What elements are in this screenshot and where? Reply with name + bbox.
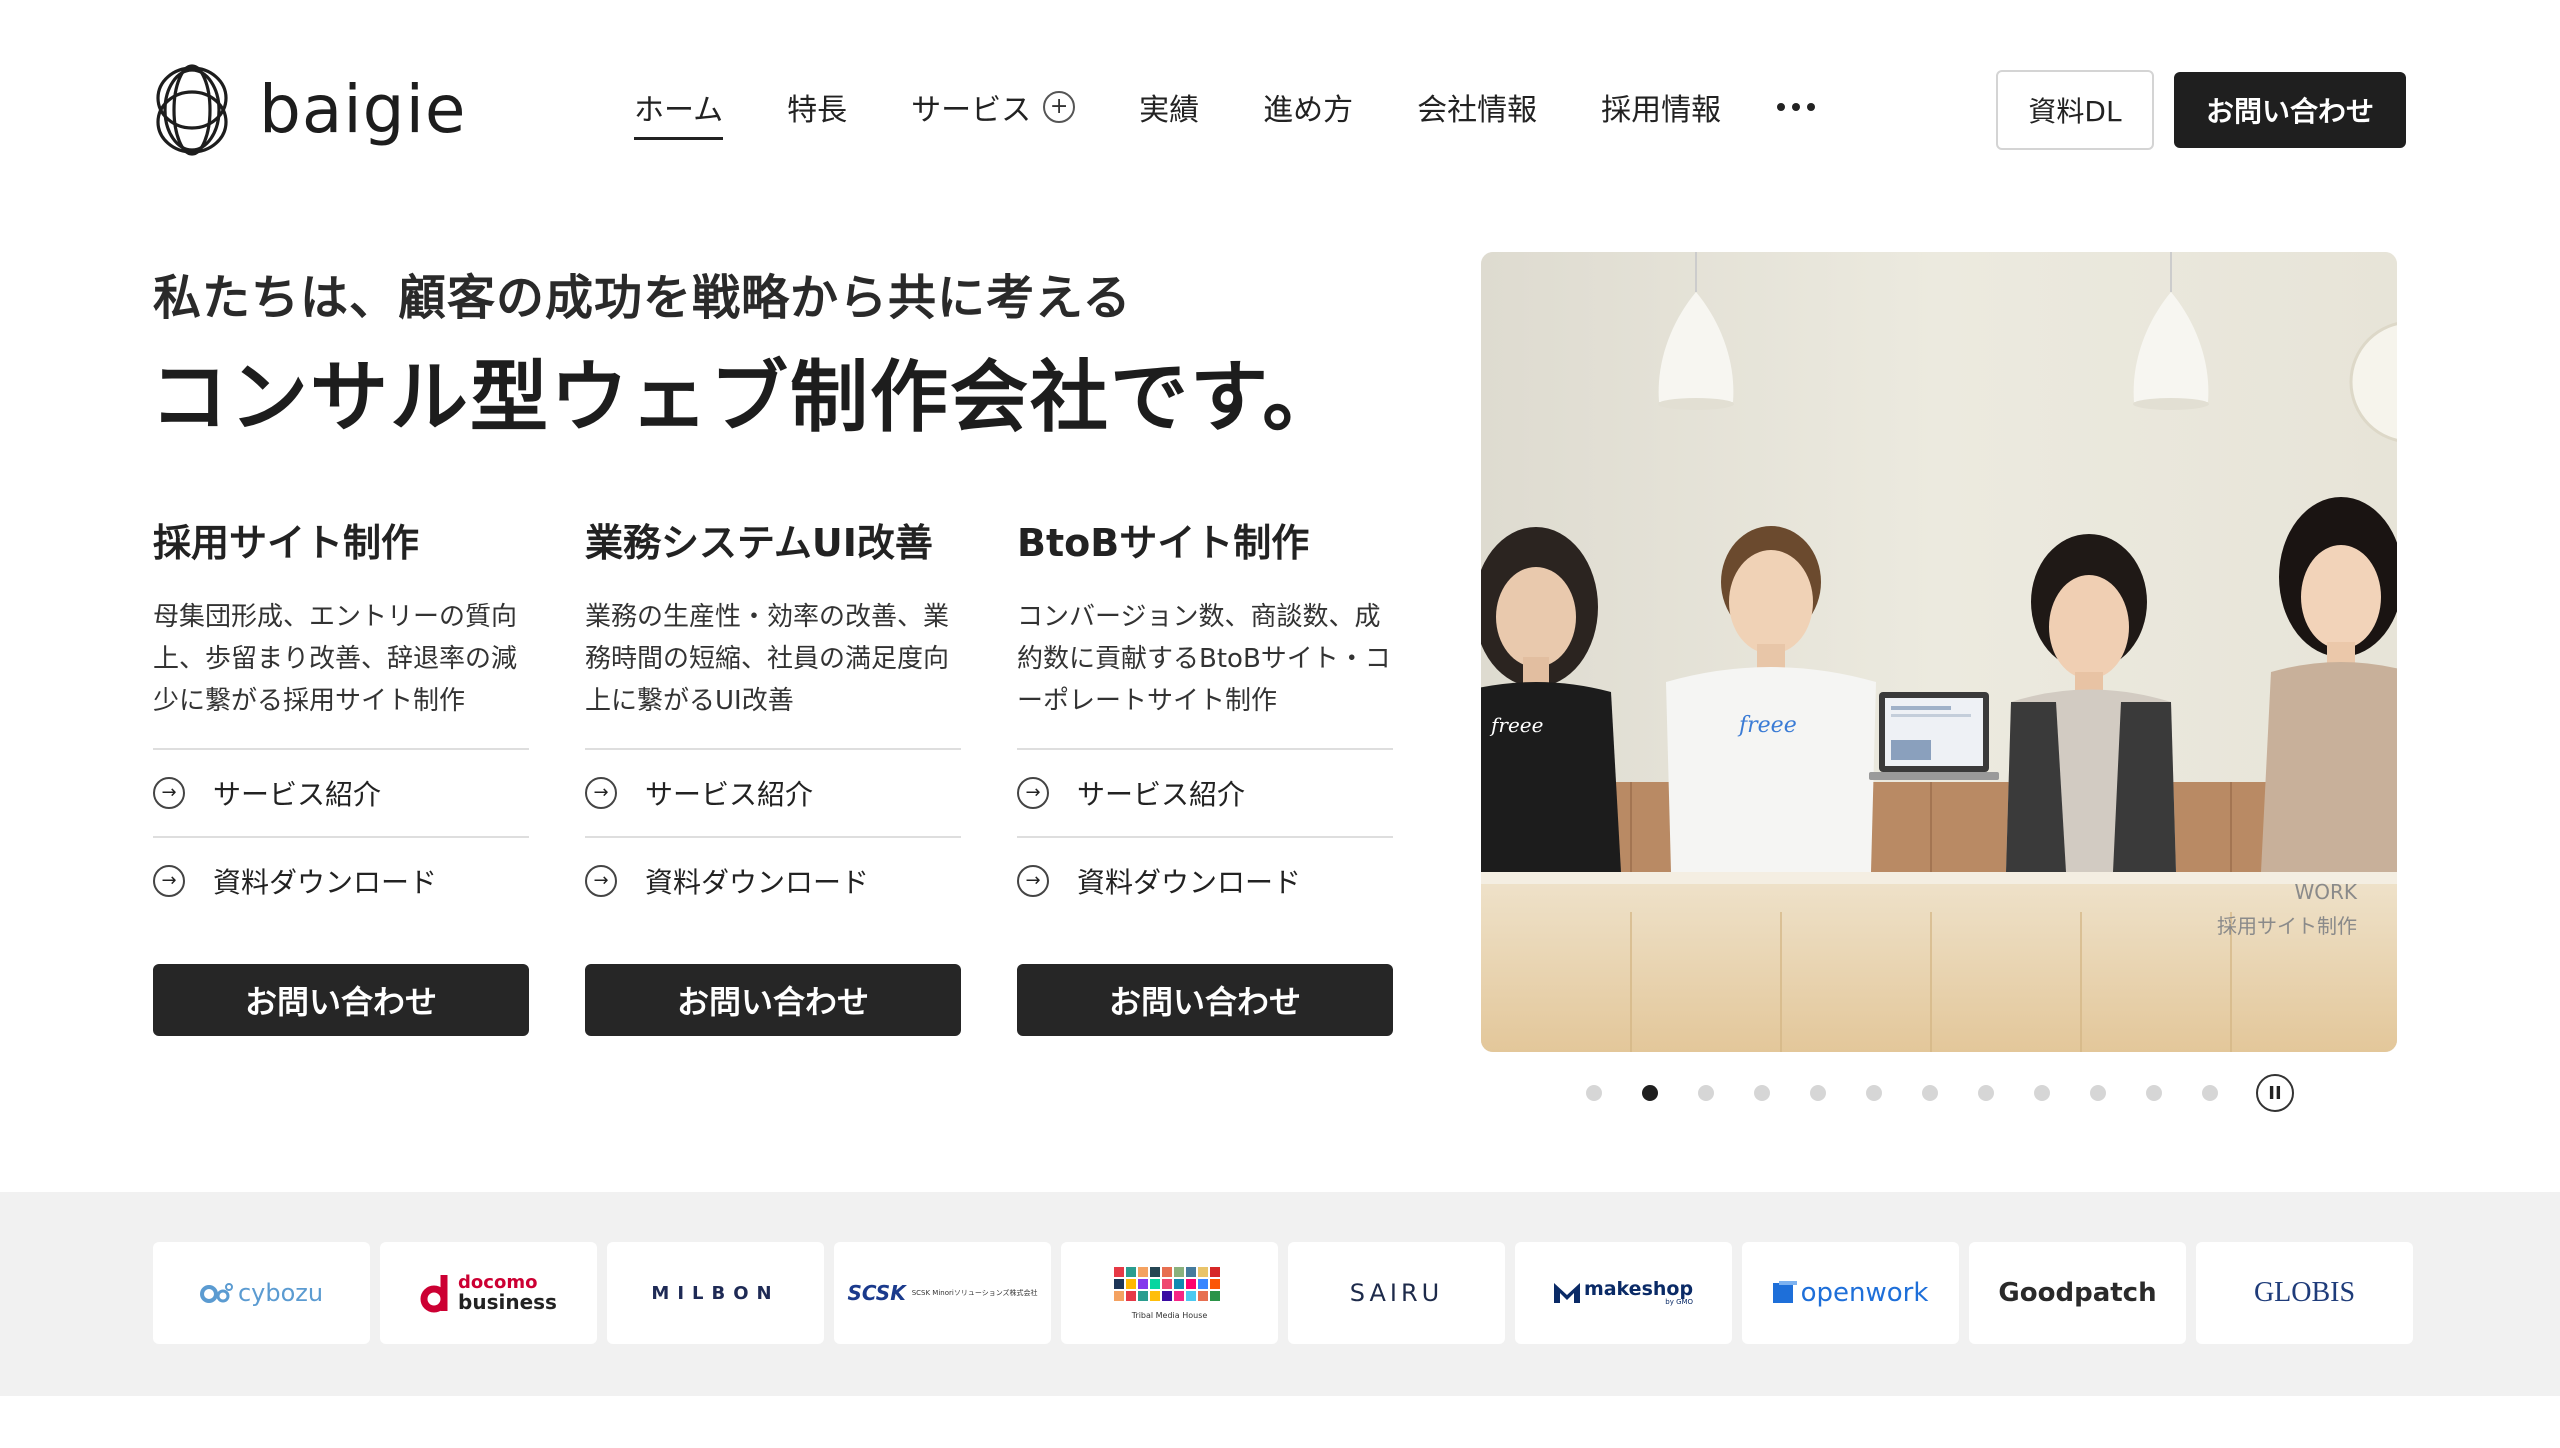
slider-pagination: II (1586, 1074, 2294, 1112)
client-logo-docomo-business: docomo business (380, 1242, 597, 1344)
document-download-link[interactable]: → 資料ダウンロード (153, 836, 529, 924)
hero-headline: コンサル型ウェブ制作会社です。 (150, 353, 1343, 443)
client-logo-makeshop: makeshop by GMO (1515, 1242, 1732, 1344)
client-logo-scsk: SCSK SCSK Minoriソリューションズ株式会社 (834, 1242, 1051, 1344)
pause-icon[interactable]: II (2256, 1074, 2294, 1112)
arrow-right-icon: → (153, 777, 185, 809)
cybozu-icon (199, 1283, 233, 1303)
client-logo-milbon: MILBON (607, 1242, 824, 1344)
client-logo-globis: GLOBIS (2196, 1242, 2413, 1344)
brand-logo[interactable]: baigie (153, 58, 467, 162)
openwork-icon (1772, 1281, 1797, 1303)
nav-works[interactable]: 実績 (1139, 84, 1199, 130)
tribal-media-house-mosaic-icon (1113, 1266, 1220, 1301)
brand-name: baigie (259, 71, 467, 148)
header-contact-button[interactable]: お問い合わせ (2174, 72, 2406, 148)
nav-process[interactable]: 進め方 (1263, 84, 1353, 130)
slider-dot[interactable] (1698, 1085, 1714, 1101)
service-description: コンバージョン数、商談数、成約数に貢献するBtoBサイト・コーポレートサイト制作 (1017, 602, 1391, 716)
service-title: 業務システムUI改善 (585, 521, 933, 565)
more-dots-icon (1777, 103, 1816, 111)
client-logos: cybozu docomo business MILBON SCSK SCSK … (153, 1242, 2413, 1344)
service-intro-label: サービス紹介 (645, 778, 814, 811)
client-logo-goodpatch: Goodpatch (1969, 1242, 2186, 1344)
slider-dot[interactable] (2202, 1085, 2218, 1101)
service-contact-button[interactable]: お問い合わせ (1017, 964, 1393, 1036)
service-description: 業務の生産性・効率の改善、業務時間の短縮、社員の満足度向上に繋がるUI改善 (585, 602, 950, 716)
svg-text:freee: freee (1489, 713, 1543, 737)
arrow-right-icon: → (585, 777, 617, 809)
nav-services-label: サービス (911, 93, 1032, 128)
cybozu-wordmark: cybozu (237, 1279, 324, 1307)
document-download-label: 資料ダウンロード (213, 866, 438, 899)
nav-company[interactable]: 会社情報 (1417, 84, 1537, 130)
slider-dot[interactable] (2090, 1085, 2106, 1101)
service-recruit-site: 採用サイト制作 母集団形成、エントリーの質向上、歩留まり改善、辞退率の減少に繋が… (153, 512, 529, 1036)
service-title: BtoBサイト制作 (1017, 521, 1310, 565)
nav-home[interactable]: ホーム (634, 84, 724, 140)
arrow-right-icon: → (153, 865, 185, 897)
document-download-link[interactable]: → 資料ダウンロード (1017, 836, 1393, 924)
service-intro-label: サービス紹介 (213, 778, 382, 811)
slider-dot[interactable] (1754, 1085, 1770, 1101)
nav-features[interactable]: 特長 (787, 84, 847, 130)
service-intro-label: サービス紹介 (1077, 778, 1246, 811)
slider-dot[interactable] (1810, 1085, 1826, 1101)
client-logo-openwork: openwork (1742, 1242, 1959, 1344)
service-description: 母集団形成、エントリーの質向上、歩留まり改善、辞退率の減少に繋がる採用サイト制作 (153, 602, 518, 716)
business-wordmark: business (458, 1290, 557, 1314)
makeshop-m-icon (1553, 1283, 1580, 1303)
hero-slider-image[interactable]: freee freee WORK 採用サイト制作 (1481, 252, 2397, 1052)
arrow-right-icon: → (1017, 865, 1049, 897)
slider-dot[interactable] (1922, 1085, 1938, 1101)
arrow-right-icon: → (585, 865, 617, 897)
service-intro-link[interactable]: → サービス紹介 (585, 748, 961, 836)
nav-services[interactable]: サービス + (911, 84, 1076, 130)
document-download-link[interactable]: → 資料ダウンロード (585, 836, 961, 924)
nav-recruit[interactable]: 採用情報 (1601, 84, 1721, 130)
expand-plus-icon[interactable]: + (1043, 91, 1076, 123)
service-system-ui: 業務システムUI改善 業務の生産性・効率の改善、業務時間の短縮、社員の満足度向上… (585, 512, 961, 1036)
service-contact-button[interactable]: お問い合わせ (585, 964, 961, 1036)
slider-dot[interactable] (1978, 1085, 1994, 1101)
client-logo-sairu: SAIRU (1288, 1242, 1505, 1344)
docomo-d-icon (420, 1275, 448, 1313)
client-logo-cybozu: cybozu (153, 1242, 370, 1344)
service-btob-site: BtoBサイト制作 コンバージョン数、商談数、成約数に貢献するBtoBサイト・コ… (1017, 512, 1393, 1036)
client-logo-tribal-media-house: Tribal Media House (1061, 1242, 1278, 1344)
arrow-right-icon: → (1017, 777, 1049, 809)
service-intro-link[interactable]: → サービス紹介 (1017, 748, 1393, 836)
slide-caption-text: 採用サイト制作 (2217, 914, 2357, 938)
service-contact-button[interactable]: お問い合わせ (153, 964, 529, 1036)
slider-dot[interactable] (2034, 1085, 2050, 1101)
slider-dot[interactable] (1866, 1085, 1882, 1101)
slide-caption-label: WORK (2294, 880, 2357, 904)
service-title: 採用サイト制作 (153, 521, 420, 565)
document-download-label: 資料ダウンロード (1077, 866, 1302, 899)
document-download-label: 資料ダウンロード (645, 866, 870, 899)
nav-more[interactable] (1777, 84, 1816, 130)
slider-dot[interactable] (1586, 1085, 1602, 1101)
slider-dot-active[interactable] (1642, 1085, 1658, 1101)
baigie-logo-mark-icon (156, 64, 228, 156)
svg-text:freee: freee (1737, 713, 1797, 738)
slider-dot[interactable] (2146, 1085, 2162, 1101)
service-intro-link[interactable]: → サービス紹介 (153, 748, 529, 836)
main-nav: ホーム 特長 サービス + 実績 進め方 会社情報 採用情報 (634, 84, 1879, 140)
document-download-button[interactable]: 資料DL (1996, 70, 2154, 150)
hero-tagline: 私たちは、顧客の成功を戦略から共に考える (153, 270, 1132, 326)
